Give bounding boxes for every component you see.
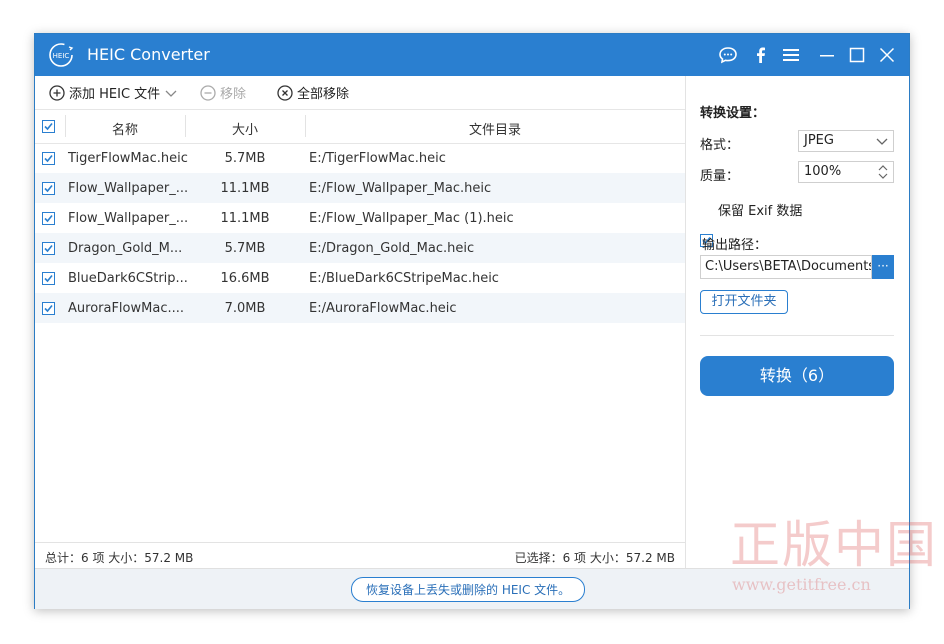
remove-all-label: 全部移除	[297, 87, 350, 102]
file-name: AuroraFlowMac....	[68, 301, 184, 316]
add-heic-button[interactable]: 添加 HEIC 文件	[49, 83, 178, 102]
checkmark-icon	[44, 244, 53, 253]
file-directory: E:/AuroraFlowMac.heic	[309, 301, 457, 316]
remove-button[interactable]: 移除	[200, 83, 246, 102]
total-summary: 总计：6 项 大小：57.2 MB	[45, 551, 194, 565]
row-checkbox[interactable]	[42, 182, 55, 195]
title-bar[interactable]: HEIC HEIC Converter	[35, 34, 909, 76]
checkmark-icon	[44, 214, 53, 223]
quality-value: 100%	[804, 164, 842, 179]
row-checkbox[interactable]	[42, 152, 55, 165]
x-circle-icon	[277, 84, 293, 101]
settings-heading: 转换设置：	[700, 106, 766, 121]
quality-label: 质量：	[700, 169, 740, 184]
watermark-url: www.getitfree.cn	[732, 575, 871, 594]
watermark: 正版中国 www.getitfree.cn	[730, 505, 938, 594]
toolbar: 添加 HEIC 文件 移除 全部移除	[35, 76, 685, 108]
file-name: Flow_Wallpaper_...	[68, 211, 189, 226]
browse-path-button[interactable]: ···	[872, 255, 894, 279]
quality-stepper[interactable]: 100%	[798, 161, 894, 183]
checkmark-icon	[44, 304, 53, 313]
panel-separator	[700, 335, 894, 336]
output-path-label: 输出路径：	[702, 238, 768, 253]
hamburger-menu-icon	[783, 49, 799, 61]
convert-button[interactable]: 转换（6）	[700, 356, 894, 396]
table-row[interactable]: TigerFlowMac.heic 5.7MB E:/TigerFlowMac.…	[35, 143, 685, 173]
file-size: 11.1MB	[220, 211, 270, 226]
file-name: Flow_Wallpaper_...	[68, 181, 189, 196]
feedback-button[interactable]	[717, 44, 739, 66]
keep-exif-label[interactable]: 保留 Exif 数据	[718, 200, 802, 219]
settings-panel: 转换设置： 格式： JPEG 质量： 100% 保留 Exif 数据 输出路径：…	[686, 76, 909, 568]
table-header: 名称 大小 文件目录	[35, 109, 685, 144]
row-checkbox[interactable]	[42, 212, 55, 225]
minimize-icon	[820, 55, 834, 57]
open-folder-button[interactable]: 打开文件夹	[700, 290, 788, 314]
format-value: JPEG	[804, 133, 834, 148]
stepper-arrows-icon[interactable]	[877, 163, 889, 181]
app-title: HEIC Converter	[87, 45, 210, 64]
close-button[interactable]	[876, 44, 898, 66]
chevron-down-icon	[876, 138, 888, 145]
menu-button[interactable]	[780, 44, 802, 66]
table-row[interactable]: Dragon_Gold_M... 5.7MB E:/Dragon_Gold_Ma…	[35, 233, 685, 263]
table-row[interactable]: Flow_Wallpaper_... 11.1MB E:/Flow_Wallpa…	[35, 173, 685, 203]
table-row[interactable]: AuroraFlowMac.... 7.0MB E:/AuroraFlowMac…	[35, 293, 685, 323]
checkmark-icon	[44, 154, 53, 163]
row-checkbox[interactable]	[42, 272, 55, 285]
file-directory: E:/Flow_Wallpaper_Mac.heic	[309, 181, 492, 196]
status-bar: 总计：6 项 大小：57.2 MB 已选择：6 项 大小：57.2 MB	[35, 542, 685, 569]
chevron-down-icon[interactable]	[164, 86, 178, 100]
file-directory: E:/Flow_Wallpaper_Mac (1).heic	[309, 211, 514, 226]
table-row[interactable]: BlueDark6CStrip... 16.6MB E:/BlueDark6CS…	[35, 263, 685, 293]
file-size: 5.7MB	[224, 241, 266, 256]
recover-files-link[interactable]: 恢复设备上丢失或删除的 HEIC 文件。	[351, 577, 586, 602]
row-checkbox[interactable]	[42, 302, 55, 315]
file-directory: E:/BlueDark6CStripeMac.heic	[309, 271, 499, 286]
add-heic-label: 添加 HEIC 文件	[69, 87, 161, 102]
facebook-icon	[757, 47, 765, 63]
row-checkbox[interactable]	[42, 242, 55, 255]
column-header-size[interactable]: 大小	[185, 119, 305, 138]
maximize-icon	[849, 47, 865, 63]
column-header-directory[interactable]: 文件目录	[305, 119, 685, 138]
maximize-button[interactable]	[846, 44, 868, 66]
format-select[interactable]: JPEG	[798, 130, 894, 152]
file-name: BlueDark6CStrip...	[68, 271, 188, 286]
output-path-value: C:\Users\BETA\Documents	[705, 259, 872, 274]
close-icon	[879, 47, 895, 63]
file-directory: E:/Dragon_Gold_Mac.heic	[309, 241, 475, 256]
checkmark-icon	[44, 184, 53, 193]
heic-logo-icon: HEIC	[47, 41, 75, 69]
file-size: 5.7MB	[224, 151, 266, 166]
watermark-title: 正版中国	[730, 516, 938, 574]
plus-circle-icon	[49, 84, 65, 101]
remove-label: 移除	[220, 87, 247, 102]
facebook-button[interactable]	[750, 44, 772, 66]
column-header-name[interactable]: 名称	[65, 119, 185, 138]
file-size: 11.1MB	[220, 181, 270, 196]
chat-bubble-icon	[719, 47, 737, 64]
file-size: 16.6MB	[220, 271, 270, 286]
minimize-button[interactable]	[816, 44, 838, 66]
file-directory: E:/TigerFlowMac.heic	[309, 151, 446, 166]
file-size: 7.0MB	[224, 301, 266, 316]
file-name: TigerFlowMac.heic	[68, 151, 188, 166]
remove-all-button[interactable]: 全部移除	[277, 83, 349, 102]
minus-circle-icon	[200, 84, 216, 101]
table-row[interactable]: Flow_Wallpaper_... 11.1MB E:/Flow_Wallpa…	[35, 203, 685, 233]
checkmark-icon	[44, 274, 53, 283]
file-name: Dragon_Gold_M...	[68, 241, 183, 256]
select-all-checkbox[interactable]	[42, 120, 55, 133]
logo-text: HEIC	[53, 52, 70, 60]
selected-summary: 已选择：6 项 大小：57.2 MB	[514, 551, 675, 565]
output-path-field[interactable]: C:\Users\BETA\Documents	[700, 255, 872, 279]
format-label: 格式：	[700, 138, 740, 153]
checkmark-icon	[44, 122, 53, 131]
